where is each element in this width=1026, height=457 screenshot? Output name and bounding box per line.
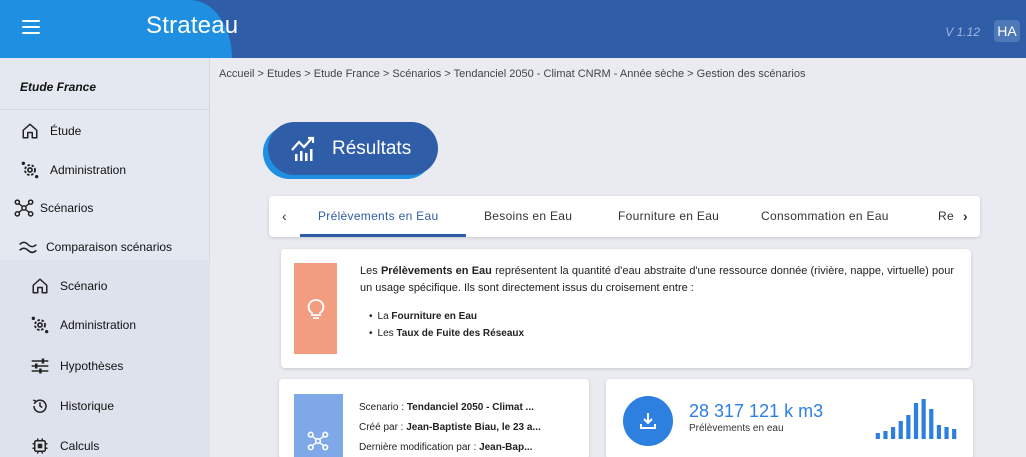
- brand-area: Strateau: [0, 0, 238, 58]
- list-item: Les Taux de Fuite des Réseaux: [369, 325, 525, 342]
- sparkline-bar: [883, 431, 888, 439]
- sparkline-bar: [906, 415, 911, 439]
- top-bar: Strateau V 1.12 HA: [0, 0, 1026, 58]
- sidebar-item-label: Calculs: [60, 439, 100, 453]
- sparkline-bar: [952, 429, 957, 439]
- sidebar-item-hypotheses[interactable]: Hypothèses: [0, 349, 210, 383]
- info-text-bold: Prélèvements en Eau: [380, 265, 492, 277]
- info-bullet-list: La Fourniture en Eau Les Taux de Fuite d…: [369, 308, 525, 342]
- sliders-icon: [30, 356, 50, 376]
- results-button[interactable]: Résultats: [268, 122, 438, 175]
- user-avatar[interactable]: HA: [994, 20, 1020, 42]
- results-tabs: ‹ Prélèvements en Eau Besoins en Eau Fou…: [269, 196, 980, 237]
- meta-scenario: Scenario : Tendanciel 2050 - Climat ...: [359, 402, 534, 413]
- sidebar-item-administration[interactable]: Administration: [0, 153, 210, 187]
- sparkline-bar: [921, 399, 926, 439]
- info-stripe: [294, 263, 337, 354]
- meta-label: Créé par :: [359, 422, 407, 433]
- info-text-part: Les: [360, 265, 381, 277]
- tab-fourniture[interactable]: Fourniture en Eau: [618, 209, 719, 223]
- tab-prev-arrow[interactable]: ‹: [282, 208, 287, 224]
- sidebar-item-scenarios[interactable]: Scénarios: [0, 191, 210, 225]
- menu-icon[interactable]: [22, 20, 40, 36]
- sparkline-bar: [898, 421, 903, 439]
- info-card: Les Prélèvements en Eau représentent la …: [281, 249, 971, 368]
- scenarios-graph-icon: [14, 198, 34, 218]
- tab-next-arrow[interactable]: ›: [963, 208, 968, 224]
- calculator-chip-icon: [30, 436, 50, 456]
- meta-stripe: [294, 394, 343, 457]
- sidebar-item-label: Administration: [60, 318, 137, 332]
- meta-value: Jean-Baptiste Biau, le 23 a...: [406, 422, 541, 433]
- results-label: Résultats: [332, 137, 412, 159]
- sparkline-bar: [929, 409, 934, 439]
- download-button[interactable]: [623, 396, 673, 446]
- gears-icon: [30, 315, 50, 335]
- sparkline-bar: [944, 427, 949, 439]
- gears-icon: [20, 160, 40, 180]
- home-icon: [30, 276, 50, 296]
- scenario-meta-card: Scenario : Tendanciel 2050 - Climat ... …: [279, 379, 589, 457]
- lightbulb-icon: [307, 299, 325, 326]
- sidebar-item-label: Étude: [50, 124, 82, 138]
- meta-modified: Dernière modification par : Jean-Bap...: [359, 442, 532, 453]
- meta-label: Dernière modification par :: [359, 442, 480, 453]
- meta-label: Scenario :: [359, 402, 407, 413]
- meta-value: Tendanciel 2050 - Climat ...: [406, 402, 534, 413]
- sidebar-item-historique[interactable]: Historique: [0, 389, 210, 423]
- sidebar-item-label: Administration: [50, 163, 127, 177]
- meta-created: Créé par : Jean-Baptiste Biau, le 23 a..…: [359, 422, 541, 433]
- kpi-card: 28 317 121 k m3 Prélèvements en eau: [606, 379, 973, 457]
- scenario-subnav: Scénario Administration Hypothèses Histo…: [0, 260, 210, 457]
- sidebar-item-label: Scénarios: [40, 201, 94, 215]
- tab-partial[interactable]: Re: [938, 209, 954, 223]
- sidebar: Etude France Étude Administration Scénar…: [0, 58, 210, 457]
- sparkline-bar: [875, 433, 880, 439]
- sidebar-item-scenario[interactable]: Scénario: [0, 269, 210, 303]
- tab-prelevements[interactable]: Prélèvements en Eau: [318, 209, 438, 223]
- compare-wave-icon: [18, 237, 38, 257]
- kpi-value: 28 317 121 k m3: [689, 401, 824, 421]
- sidebar-item-label: Hypothèses: [60, 359, 124, 373]
- study-title: Etude France: [20, 80, 97, 94]
- app-title: Strateau: [146, 12, 239, 39]
- info-description: Les Prélèvements en Eau représentent la …: [360, 263, 954, 297]
- sparkline-bar: [913, 403, 919, 439]
- version-label: V 1.12: [945, 25, 980, 39]
- kpi-label: Prélèvements en eau: [689, 423, 784, 434]
- sidebar-item-comparaison[interactable]: Comparaison scénarios: [0, 230, 210, 264]
- breadcrumb[interactable]: Accueil > Etudes > Etude France > Scénar…: [219, 68, 805, 80]
- sparkline-bar: [936, 425, 942, 439]
- sparkline-bar: [890, 427, 896, 439]
- scenarios-graph-icon: [307, 431, 329, 456]
- list-item: La Fourniture en Eau: [369, 308, 524, 325]
- active-tab-indicator: [300, 234, 466, 237]
- sidebar-item-label: Comparaison scénarios: [46, 240, 173, 254]
- sidebar-item-sub-administration[interactable]: Administration: [0, 308, 210, 342]
- sidebar-item-calculs[interactable]: Calculs: [0, 429, 210, 457]
- list-item-prefix: La: [377, 311, 392, 322]
- download-icon: [638, 411, 658, 431]
- tab-besoins[interactable]: Besoins en Eau: [484, 209, 572, 223]
- kpi-sparkline: [875, 399, 957, 439]
- sidebar-divider: [0, 109, 210, 110]
- sidebar-item-label: Historique: [60, 399, 115, 413]
- list-item-bold: Fourniture en Eau: [391, 311, 477, 322]
- chart-icon: [290, 136, 320, 162]
- list-item-bold: Taux de Fuite des Réseaux: [396, 328, 525, 339]
- tab-consommation[interactable]: Consommation en Eau: [761, 209, 889, 223]
- home-icon: [20, 121, 40, 141]
- sidebar-item-etude[interactable]: Étude: [0, 114, 210, 148]
- sidebar-item-label: Scénario: [60, 279, 108, 293]
- list-item-prefix: Les: [377, 328, 397, 339]
- meta-value: Jean-Bap...: [479, 442, 533, 453]
- history-icon: [30, 396, 50, 416]
